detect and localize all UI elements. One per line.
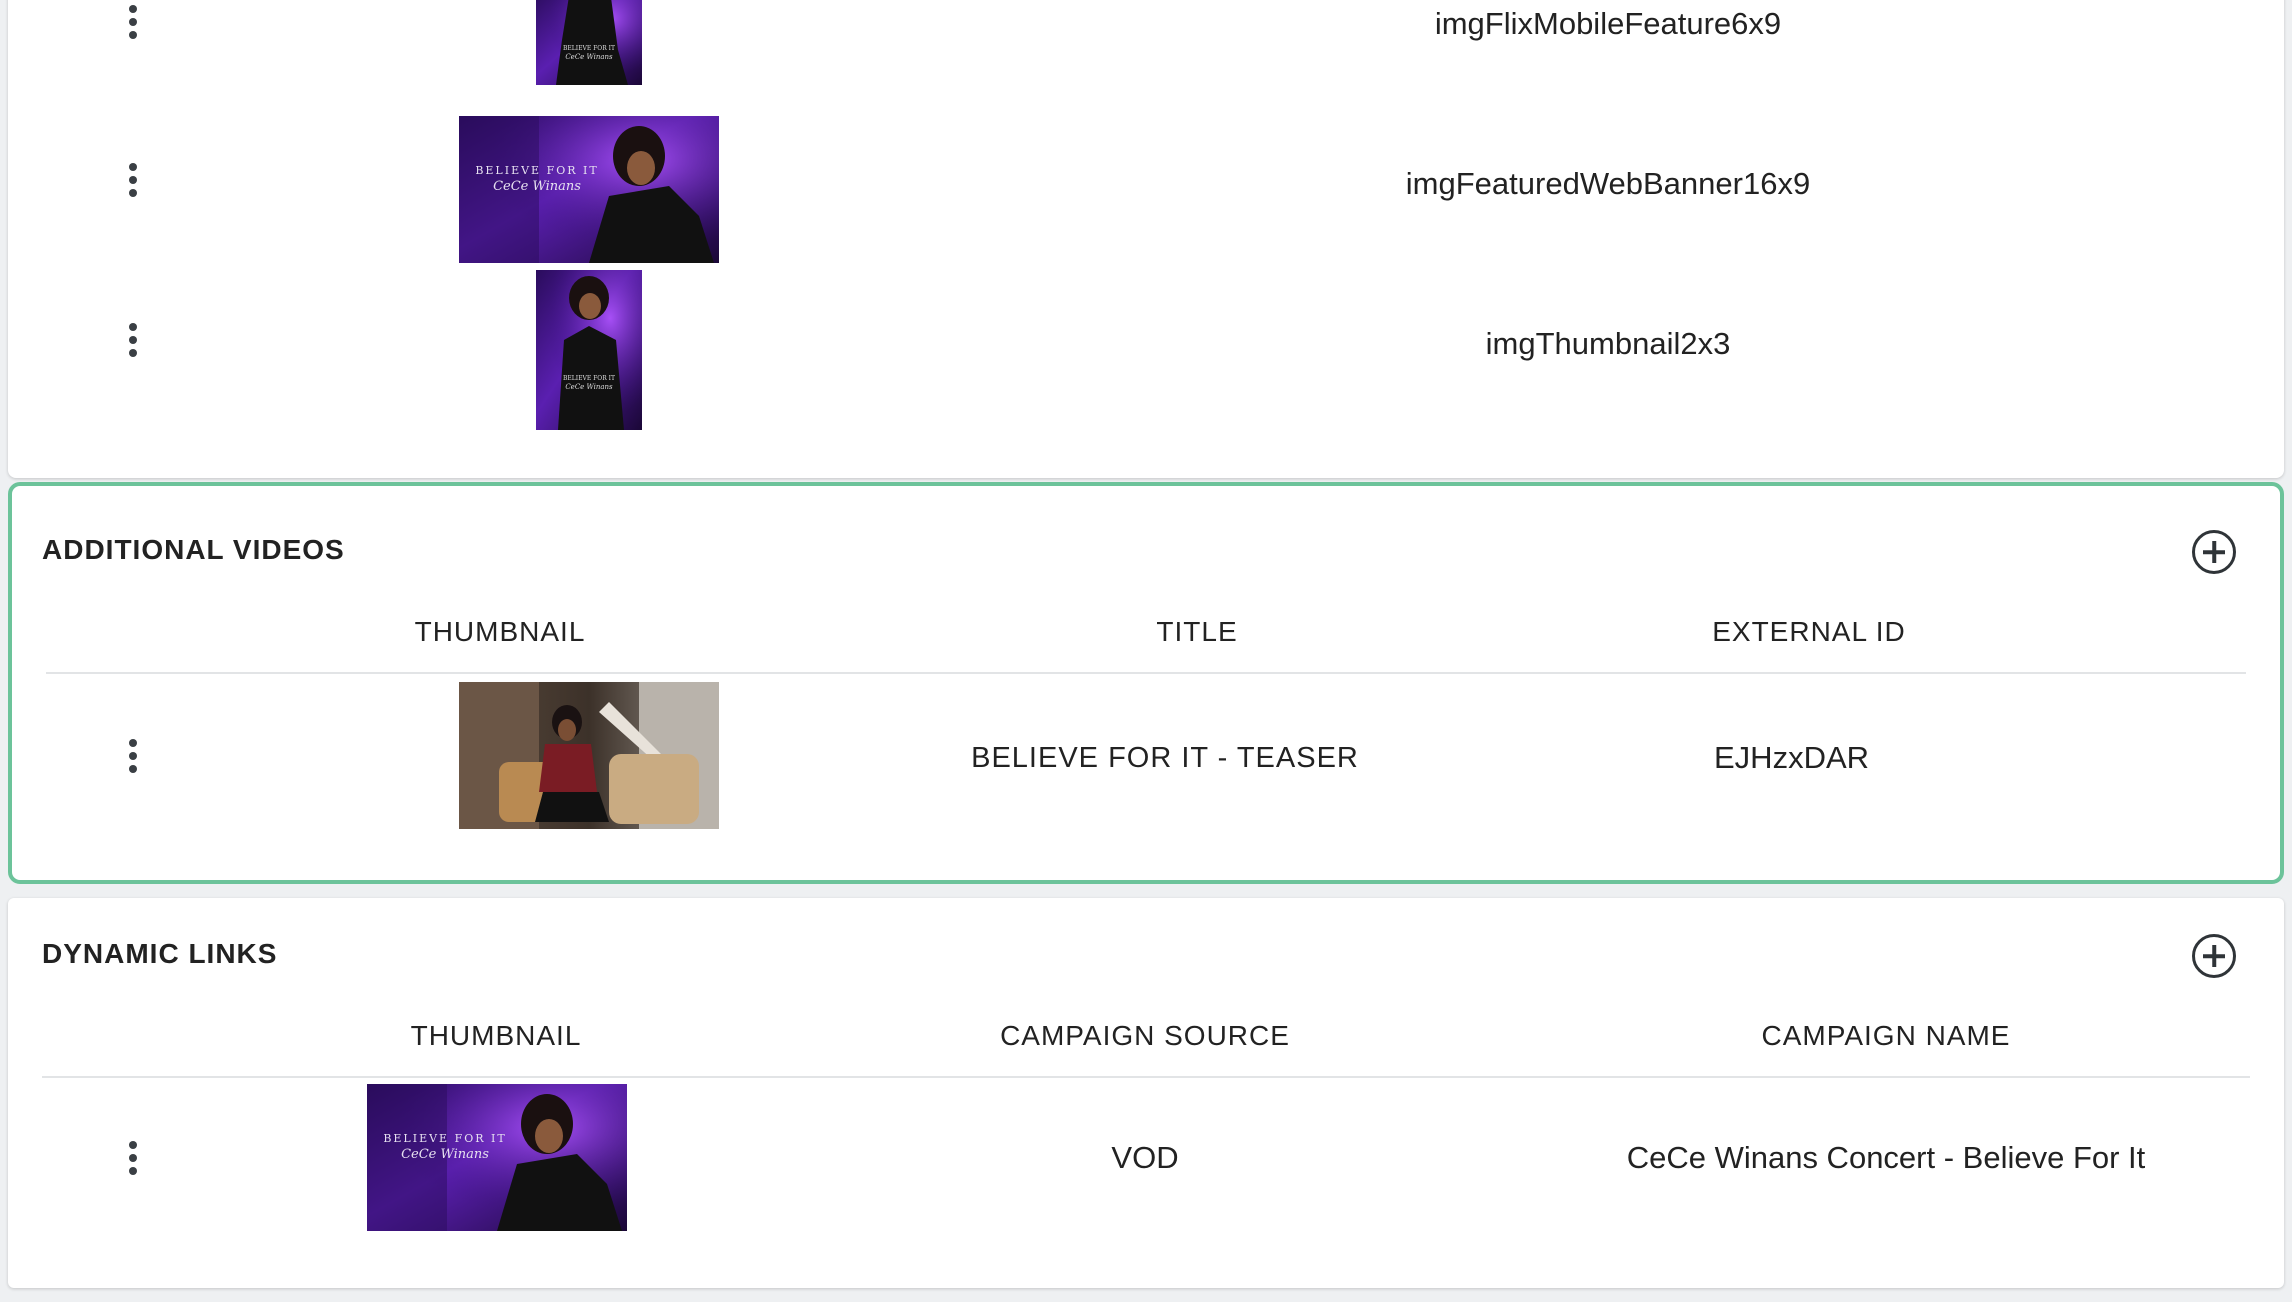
artwork-artist-text: CeCe Winans: [565, 383, 613, 391]
section-title: ADDITIONAL VIDEOS: [42, 534, 345, 565]
header-divider: [46, 672, 2246, 674]
additional-videos-card: ADDITIONAL VIDEOS THUMBNAIL TITLE EXTERN…: [8, 482, 2284, 884]
campaign-name: CeCe Winans Concert - Believe For It: [1626, 1140, 2146, 1175]
header-divider: [42, 1076, 2250, 1078]
image-name: imgThumbnail2x3: [1485, 326, 1731, 361]
row-menu-icon[interactable]: [120, 320, 146, 360]
section-title: DYNAMIC LINKS: [42, 938, 278, 969]
artwork-title-text: BELIEVE FOR IT: [563, 45, 615, 52]
column-header-external-id: EXTERNAL ID: [1712, 616, 1906, 647]
artwork-thumbnail: BELIEVE FOR IT CeCe Winans: [459, 116, 719, 263]
artwork-artist-text: CeCe Winans: [401, 1147, 489, 1162]
artwork-artist-text: CeCe Winans: [493, 179, 581, 194]
artwork-thumbnail: BELIEVE FOR IT CeCe Winans: [536, 0, 642, 85]
row-menu-icon[interactable]: [120, 160, 146, 200]
column-header-campaign-name: CAMPAIGN NAME: [1761, 1020, 2011, 1051]
campaign-source: VOD: [1111, 1140, 1179, 1175]
row-menu-icon[interactable]: [120, 2, 146, 42]
artwork-title-text: BELIEVE FOR IT: [383, 1132, 506, 1145]
dynamic-links-card: DYNAMIC LINKS THUMBNAIL CAMPAIGN SOURCE …: [8, 898, 2284, 1288]
add-link-icon[interactable]: [2192, 934, 2236, 978]
video-external-id: EJHzxDAR: [1714, 740, 1870, 775]
column-header-title: TITLE: [1156, 616, 1238, 647]
link-thumbnail: BELIEVE FOR IT CeCe Winans: [367, 1084, 627, 1231]
image-name: imgFeaturedWebBanner16x9: [1405, 166, 1811, 201]
video-title: BELIEVE FOR IT - TEASER: [971, 742, 1359, 774]
artwork-thumbnail: BELIEVE FOR IT CeCe Winans: [536, 270, 642, 430]
artwork-artist-text: CeCe Winans: [565, 53, 613, 61]
row-menu-icon[interactable]: [120, 736, 146, 776]
add-video-icon[interactable]: [2192, 530, 2236, 574]
images-card: BELIEVE FOR IT CeCe Winans imgFlixMobile…: [8, 0, 2284, 478]
artwork-title-text: BELIEVE FOR IT: [475, 164, 598, 177]
column-header-thumbnail: THUMBNAIL: [410, 1020, 582, 1051]
image-name: imgFlixMobileFeature6x9: [1434, 6, 1782, 41]
column-header-campaign-source: CAMPAIGN SOURCE: [1000, 1020, 1290, 1051]
video-thumbnail: [459, 682, 719, 829]
artwork-title-text: BELIEVE FOR IT: [563, 375, 615, 382]
row-menu-icon[interactable]: [120, 1138, 146, 1178]
column-header-thumbnail: THUMBNAIL: [414, 616, 586, 647]
